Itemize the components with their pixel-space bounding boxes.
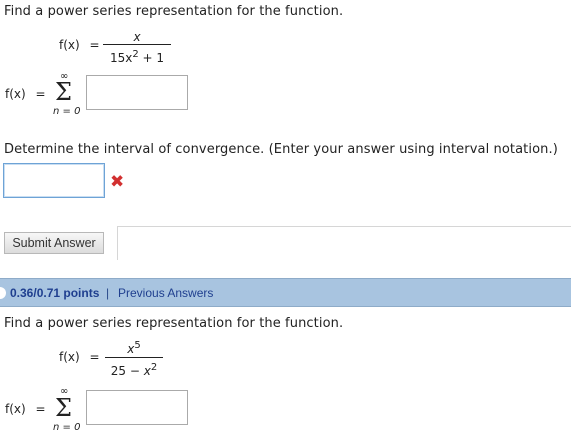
q1-numerator: x: [133, 30, 141, 44]
question-header-bar: 0.36/0.71 points | Previous Answers: [0, 278, 571, 307]
close-icon: ✖: [110, 172, 125, 192]
q1-sum-label: f(x) =: [5, 87, 46, 101]
submit-area: [117, 226, 571, 260]
q2-denominator: 25 − x2: [105, 358, 163, 379]
previous-answers-link[interactable]: Previous Answers: [118, 286, 213, 300]
q2-series-input[interactable]: [86, 390, 188, 425]
q2-sum-label: f(x) =: [5, 402, 46, 416]
q1-denominator-exp: 2: [132, 49, 139, 60]
q1-fx: f(x): [59, 38, 80, 52]
q1-sum-lower: n = 0: [53, 106, 81, 117]
q1-denominator-rest: + 1: [142, 51, 165, 65]
points-score: 0.36/0.71 points: [10, 286, 100, 300]
q1-sigma: Σ: [55, 78, 72, 106]
q1-prompt: Find a power series representation for t…: [4, 4, 344, 19]
q2-denominator-var: x: [143, 364, 151, 378]
q2-fx: f(x): [59, 350, 80, 364]
q2-sum-lower: n = 0: [53, 422, 81, 433]
q1-equals: =: [89, 38, 100, 52]
q1-denominator-base: 15x: [109, 51, 133, 65]
q1-interval-prompt: Determine the interval of convergence. (…: [4, 142, 558, 157]
q2-sum-fx: f(x): [5, 402, 26, 416]
q2-denominator-base: 25 −: [110, 364, 140, 378]
q1-function-label: f(x) =: [59, 38, 100, 52]
q2-sum-equals: =: [35, 402, 46, 416]
q2-fraction: x5 25 − x2: [105, 338, 163, 379]
q1-sum-fx: f(x): [5, 87, 26, 101]
q1-denominator: 15x2 + 1: [103, 45, 171, 66]
q2-numerator-exp: 5: [134, 340, 141, 351]
q1-sum-equals: =: [35, 87, 46, 101]
q2-function-label: f(x) =: [59, 350, 100, 364]
q1-interval-input[interactable]: [3, 163, 105, 198]
q1-series-input[interactable]: [86, 75, 188, 110]
q2-prompt: Find a power series representation for t…: [4, 316, 344, 331]
status-dot-icon: [0, 287, 6, 299]
q1-fraction: x 15x2 + 1: [103, 30, 171, 66]
q2-denominator-exp: 2: [150, 362, 158, 373]
submit-answer-button[interactable]: Submit Answer: [4, 232, 104, 254]
q2-equals: =: [89, 350, 100, 364]
q2-numerator: x5: [105, 338, 163, 357]
q2-sigma: Σ: [55, 394, 72, 422]
header-separator: |: [106, 286, 110, 300]
